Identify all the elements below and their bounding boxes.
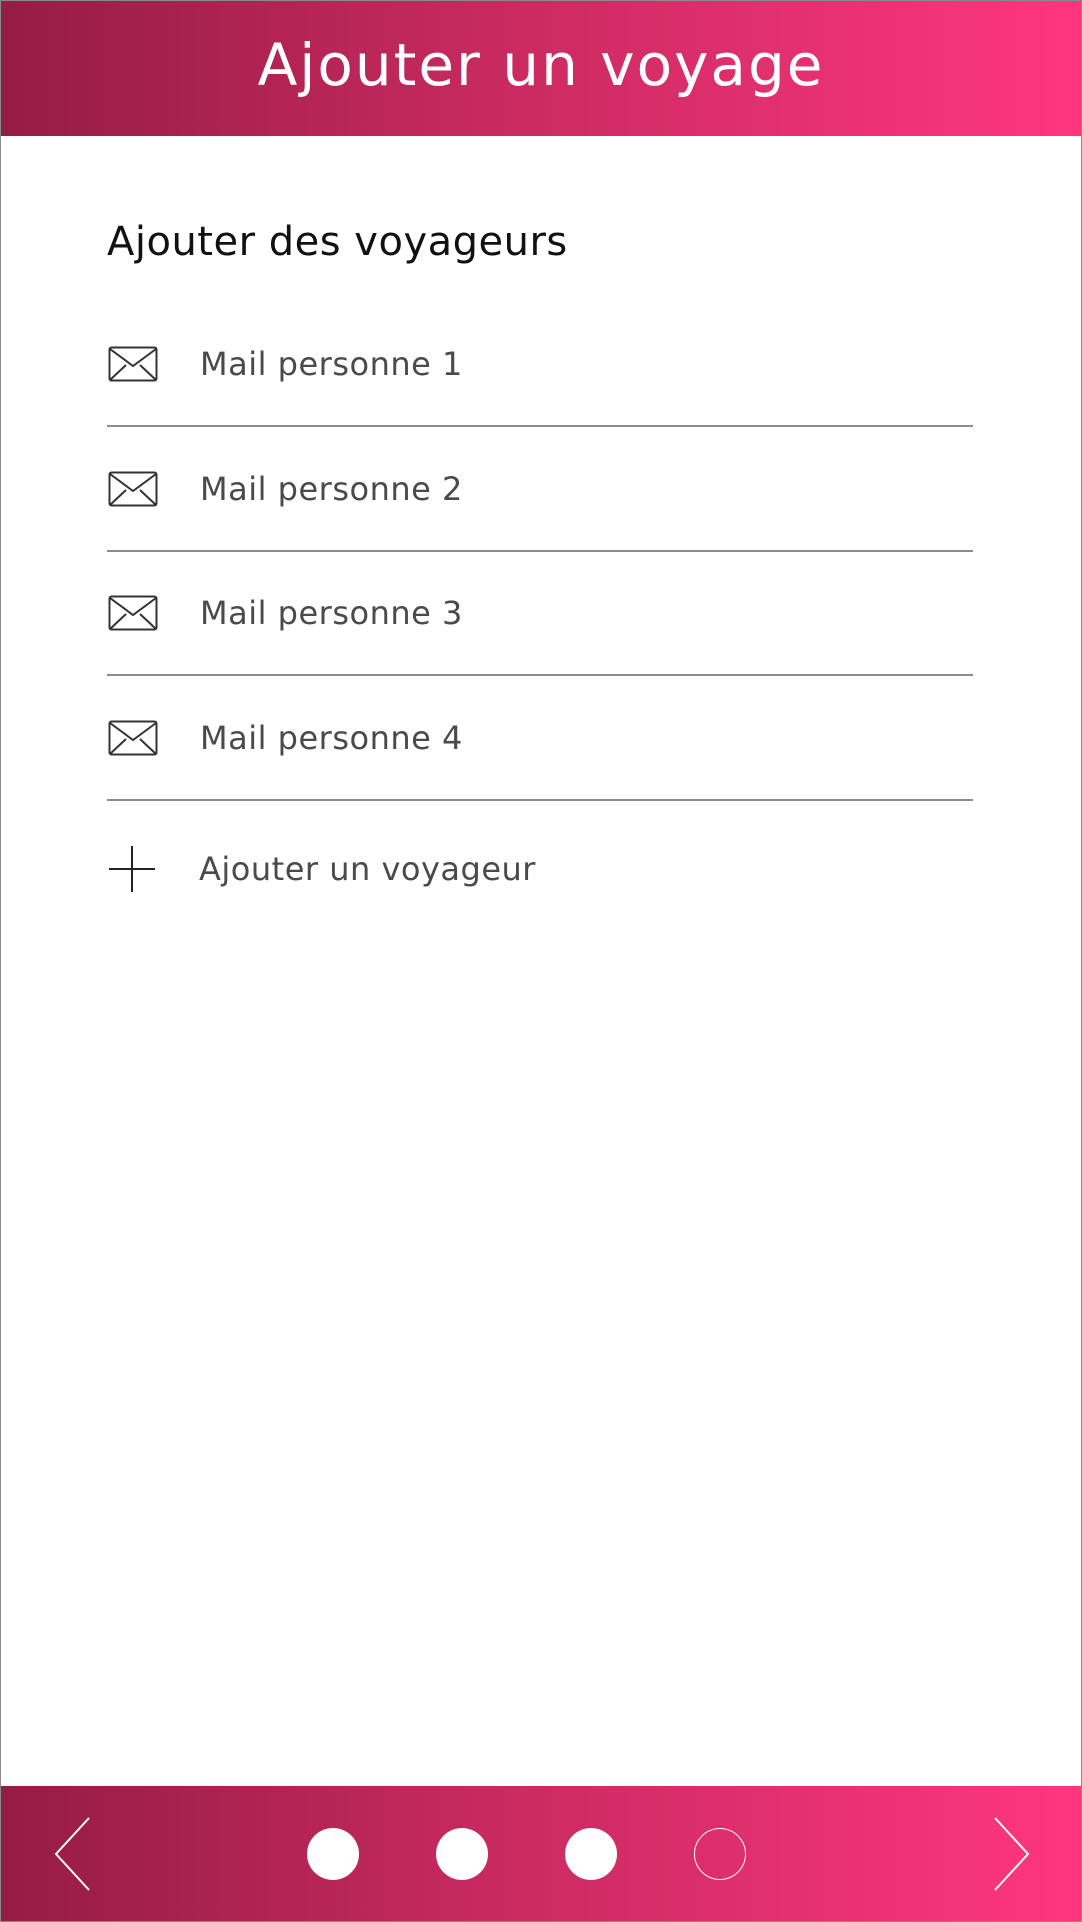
step-dot-4[interactable] xyxy=(694,1828,746,1880)
header-bar: Ajouter un voyage xyxy=(1,1,1081,136)
mail-field-4[interactable]: Mail personne 4 xyxy=(107,677,973,801)
section-title: Ajouter des voyageurs xyxy=(107,219,568,265)
mail-field-placeholder: Mail personne 4 xyxy=(200,719,463,757)
add-traveler-label: Ajouter un voyageur xyxy=(199,850,536,888)
app-screen: Ajouter un voyage Ajouter des voyageurs … xyxy=(0,0,1082,1922)
mail-field-3[interactable]: Mail personne 3 xyxy=(107,552,973,676)
mail-icon xyxy=(108,346,158,382)
mail-icon xyxy=(108,595,158,631)
step-dot-1[interactable] xyxy=(307,1828,359,1880)
step-dot-3[interactable] xyxy=(565,1828,617,1880)
mail-icon xyxy=(108,471,158,507)
mail-field-placeholder: Mail personne 3 xyxy=(200,594,463,632)
step-dot-2[interactable] xyxy=(436,1828,488,1880)
mail-field-placeholder: Mail personne 1 xyxy=(200,345,463,383)
page-title: Ajouter un voyage xyxy=(257,30,825,99)
plus-icon xyxy=(109,846,155,892)
mail-field-1[interactable]: Mail personne 1 xyxy=(107,303,973,427)
chevron-right-icon[interactable] xyxy=(991,1816,1031,1892)
chevron-left-icon[interactable] xyxy=(53,1816,93,1892)
mail-field-2[interactable]: Mail personne 2 xyxy=(107,428,973,552)
mail-field-placeholder: Mail personne 2 xyxy=(200,470,463,508)
add-traveler-button[interactable]: Ajouter un voyageur xyxy=(107,839,536,899)
mail-icon xyxy=(108,720,158,756)
footer-navigation xyxy=(1,1786,1081,1921)
